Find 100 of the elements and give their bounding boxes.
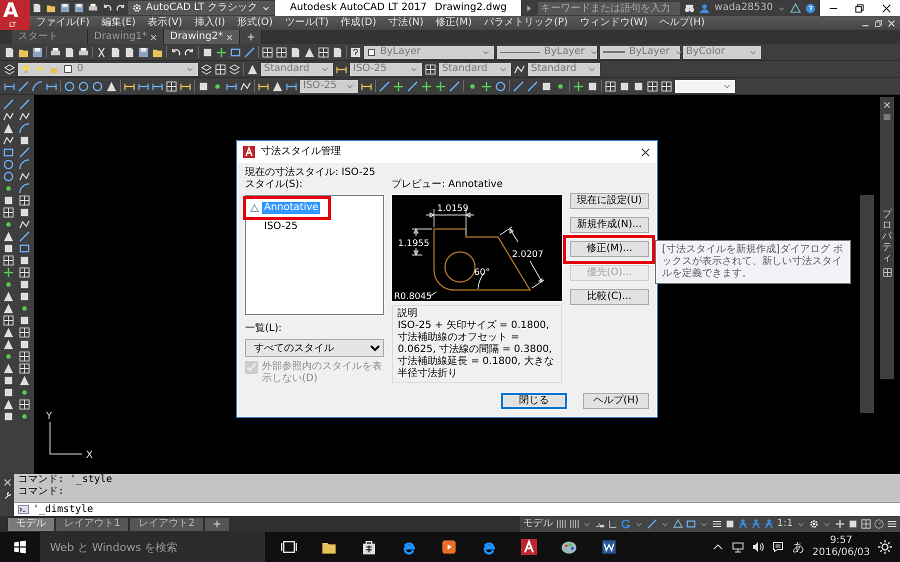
taskbar-search-field[interactable]: Web と Windows を検索 [40, 532, 265, 562]
person-icon[interactable] [764, 519, 774, 529]
help-icon[interactable] [350, 46, 361, 58]
polyline-icon[interactable] [3, 111, 14, 122]
document-tab[interactable]: Drawing1* [88, 30, 164, 44]
square-icon[interactable] [19, 339, 30, 350]
triangle-icon[interactable] [19, 375, 30, 386]
square-icon[interactable] [202, 46, 213, 58]
dialog-button[interactable]: 比較(C)... [570, 289, 649, 305]
square-icon[interactable] [3, 387, 14, 398]
square-icon[interactable] [3, 411, 14, 422]
grid-icon[interactable] [661, 80, 672, 92]
palette-strip[interactable]: プロパティ [880, 97, 894, 379]
model-space-toggle[interactable]: モデル [522, 518, 553, 530]
dialog-button[interactable]: 現在に設定(U) [570, 193, 649, 209]
polyline-icon[interactable] [19, 219, 30, 230]
polyline-icon[interactable] [3, 135, 14, 146]
clock-time[interactable]: 9:57 [812, 535, 870, 547]
grid-icon[interactable] [647, 80, 658, 92]
new-tab-button[interactable] [240, 30, 262, 44]
grid-icon[interactable] [215, 64, 226, 74]
redo-icon[interactable] [116, 3, 126, 13]
triangle-icon[interactable] [3, 399, 14, 410]
polyline-icon[interactable] [514, 64, 525, 74]
triangle-icon[interactable] [247, 64, 258, 74]
printer-icon[interactable] [50, 46, 61, 58]
sun-icon[interactable] [878, 540, 892, 554]
polar-icon[interactable] [620, 519, 631, 529]
square-icon[interactable] [848, 519, 858, 529]
undo-icon[interactable] [102, 3, 112, 13]
redo-icon[interactable] [184, 46, 195, 58]
rectangle-icon[interactable] [686, 519, 696, 529]
menu-item[interactable]: 修正(M) [430, 17, 478, 29]
speaker-icon[interactable] [752, 541, 764, 553]
menu-item[interactable]: ファイル(F) [30, 17, 96, 29]
line-icon[interactable] [244, 46, 255, 58]
square-icon[interactable] [3, 195, 14, 206]
clock-date[interactable]: 2016/06/03 [812, 547, 870, 559]
style-list-item[interactable]: ISO-25 [262, 221, 300, 233]
restore-icon[interactable] [874, 18, 883, 28]
line-icon[interactable] [449, 80, 460, 92]
grid-lines-icon[interactable] [568, 519, 579, 529]
play-icon[interactable] [441, 539, 457, 555]
menu-icon[interactable] [712, 519, 722, 529]
layers-icon[interactable] [4, 64, 15, 74]
arc-icon[interactable] [19, 159, 30, 170]
arc-icon[interactable] [19, 183, 30, 194]
square-icon[interactable] [19, 135, 30, 146]
line-icon[interactable] [19, 231, 30, 242]
document-icon[interactable] [110, 46, 121, 58]
square-icon[interactable] [3, 243, 14, 254]
line-icon[interactable] [646, 519, 657, 529]
document-w-icon[interactable] [601, 539, 617, 555]
grid-icon[interactable] [276, 46, 287, 58]
triangle-outline-icon[interactable] [672, 519, 683, 529]
square-icon[interactable] [19, 255, 30, 266]
document-icon[interactable] [32, 3, 42, 13]
folder-icon[interactable] [46, 3, 56, 13]
grid-icon[interactable] [3, 255, 14, 266]
square-icon[interactable] [19, 291, 30, 302]
menu-item[interactable]: 挿入(I) [188, 17, 232, 29]
grid-icon[interactable] [19, 267, 30, 278]
circle-icon[interactable] [495, 80, 506, 92]
menu-item[interactable]: 形式(O) [231, 17, 279, 29]
grid-lines-icon[interactable] [556, 519, 566, 529]
dialog-button[interactable]: 新規作成(N)... [570, 217, 649, 233]
circle-icon[interactable] [78, 80, 89, 92]
workspace-dropdown[interactable]: AutoCAD LT クラシック [128, 1, 276, 15]
menu-item[interactable]: 作成(D) [334, 17, 382, 29]
line-icon[interactable] [19, 99, 30, 110]
grid-icon[interactable] [425, 64, 436, 74]
circle-icon[interactable] [3, 159, 14, 170]
rectangle-icon[interactable] [3, 147, 14, 158]
triangle-icon[interactable] [3, 327, 14, 338]
view-dropdown[interactable] [675, 80, 735, 92]
triangle-icon[interactable] [3, 231, 14, 242]
line-icon[interactable] [407, 80, 418, 92]
menu-item[interactable]: ウィンドウ(W) [574, 17, 654, 29]
rectangle-icon[interactable] [230, 46, 241, 58]
menu-icon[interactable] [887, 519, 897, 529]
polyline-icon[interactable] [19, 171, 30, 182]
new-layout-button[interactable] [204, 518, 229, 530]
layout-tab[interactable]: レイアウト2 [130, 518, 203, 530]
rectangle-icon[interactable] [19, 243, 30, 254]
document-icon[interactable] [64, 46, 75, 58]
style-list[interactable]: Annotative ISO-25 [245, 195, 384, 315]
square-icon[interactable] [587, 80, 598, 92]
triangle-icon[interactable] [3, 123, 14, 134]
square-icon[interactable] [619, 80, 630, 92]
grid-icon[interactable] [882, 268, 892, 277]
user-name[interactable]: wada28530 [714, 2, 773, 14]
line-icon[interactable] [19, 147, 30, 158]
menu-item[interactable]: ツール(T) [278, 17, 335, 29]
grid-icon[interactable] [3, 207, 14, 218]
printer-icon[interactable] [88, 3, 98, 13]
command-input[interactable]: '_dimstyle [33, 504, 94, 516]
paint-palette-icon[interactable] [561, 539, 577, 555]
grid-icon[interactable] [19, 195, 30, 206]
gear-icon[interactable] [809, 519, 819, 529]
network-icon[interactable] [732, 541, 744, 553]
